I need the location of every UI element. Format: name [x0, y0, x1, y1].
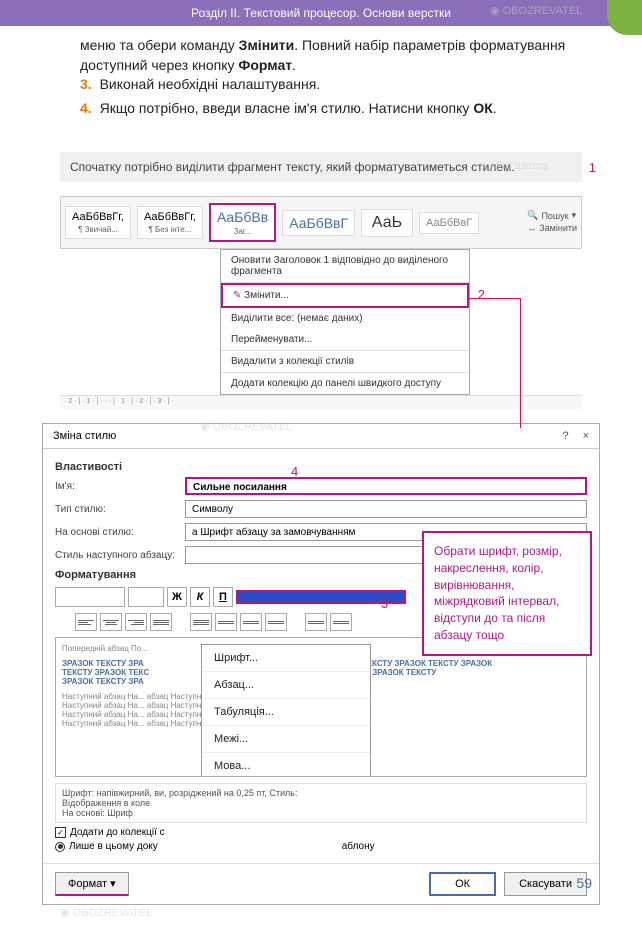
ctx-select-all[interactable]: Виділити все: (немає даних): [221, 308, 469, 329]
size-select[interactable]: [128, 587, 164, 607]
indent-decrease[interactable]: [305, 613, 327, 631]
instruction-hint: Спочатку потрібно виділити фрагмент текс…: [60, 152, 582, 182]
marker-3: 3: [381, 596, 388, 611]
editing-tools: 🔍 Пошук ▾ ↔ Замінити: [527, 210, 577, 235]
chapter-title: Розділ II. Текстовий процесор. Основи ве…: [191, 6, 451, 20]
style-description: Шрифт: напівжирний, ви, розріджений на 0…: [55, 783, 587, 823]
fmt-font[interactable]: Шрифт...: [202, 645, 370, 672]
watermark: ◉ OBOZREVATEL: [60, 906, 152, 919]
preview-area: Попередній абзац По... ЗРАЗОК ТЕКСТУ ЗРА…: [55, 637, 587, 777]
modify-icon: ✎: [233, 290, 241, 301]
fmt-paragraph[interactable]: Абзац...: [202, 672, 370, 699]
space-before[interactable]: [240, 613, 262, 631]
style-heading1[interactable]: АаБбВв Заг...: [209, 203, 276, 242]
marker-2: 2: [478, 287, 485, 302]
style-normal[interactable]: АаБбВвГг, ¶ Звичай...: [65, 206, 131, 239]
indent-increase[interactable]: [330, 613, 352, 631]
fmt-tabs[interactable]: Табуляція...: [202, 699, 370, 726]
style-5[interactable]: АаЬ: [361, 209, 413, 237]
fmt-borders[interactable]: Межі...: [202, 726, 370, 753]
ctx-update[interactable]: Оновити Заголовок 1 відповідно до виділе…: [221, 250, 469, 283]
font-select[interactable]: [55, 587, 125, 607]
based-label: На основі стилю:: [55, 527, 185, 538]
list-item-3: 3. Виконай необхідні налаштування.: [80, 75, 602, 95]
align-left[interactable]: [75, 613, 97, 631]
style-no-spacing[interactable]: АаБбВвГг, ¶ Без інте...: [137, 206, 203, 239]
replace-button[interactable]: ↔ Замінити: [527, 223, 577, 233]
align-center[interactable]: [100, 613, 122, 631]
space-after[interactable]: [265, 613, 287, 631]
marker-1: 1: [589, 160, 596, 175]
style-4[interactable]: АаБбВвГ: [282, 210, 355, 236]
search-icon: 🔍: [527, 210, 538, 221]
search-button[interactable]: 🔍 Пошук ▾: [527, 210, 577, 221]
name-input[interactable]: Сильне посилання: [185, 477, 587, 495]
chapter-header: Розділ II. Текстовий процесор. Основи ве…: [0, 0, 642, 26]
modify-style-dialog: Зміна стилю ? × Властивості 4 Ім'я: Силь…: [42, 423, 600, 905]
dialog-titlebar: Зміна стилю ? ×: [43, 424, 599, 449]
dialog-close-button[interactable]: ×: [583, 430, 589, 442]
paragraph-continuation: меню та обери команду Змінити. Повний на…: [80, 36, 602, 75]
page-number: 59: [576, 875, 592, 891]
styles-ribbon: АаБбВвГг, ¶ Звичай... АаБбВвГг, ¶ Без ін…: [60, 196, 582, 249]
type-label: Тип стилю:: [55, 504, 185, 515]
ctx-remove[interactable]: Видалити з колекції стилів: [221, 351, 469, 373]
doc-only-radio[interactable]: Лише в цьому доку аблону: [55, 841, 587, 852]
callout-format-options: Обрати шрифт, розмір, накреслення, колір…: [422, 531, 592, 656]
align-right[interactable]: [125, 613, 147, 631]
checkbox-icon: ✓: [55, 827, 66, 838]
dialog-title-text: Зміна стилю: [53, 430, 116, 442]
align-justify[interactable]: [150, 613, 172, 631]
bold-button[interactable]: Ж: [167, 587, 187, 607]
dialog-help-button[interactable]: ?: [562, 430, 568, 442]
italic-button[interactable]: К: [190, 587, 210, 607]
ctx-rename[interactable]: Перейменувати...: [221, 329, 469, 351]
ok-button[interactable]: ОК: [429, 872, 496, 896]
properties-section: Властивості: [55, 461, 587, 473]
marker-4: 4: [291, 464, 298, 479]
next-label: Стиль наступного абзацу:: [55, 550, 185, 561]
connector-line: [468, 298, 520, 299]
radio-icon: [55, 842, 65, 852]
ctx-modify[interactable]: ✎ Змінити... 2: [221, 283, 469, 308]
type-select[interactable]: Символу: [185, 500, 587, 518]
list-item-4: 4. Якщо потрібно, введи власне ім'я стил…: [80, 99, 602, 119]
fmt-language[interactable]: Мова...: [202, 753, 370, 777]
dialog-body: Властивості 4 Ім'я: Сильне посилання Тип…: [43, 449, 599, 863]
dropdown-icon: ▾: [107, 878, 116, 890]
ctx-add-qat[interactable]: Додати колекцію до панелі швидкого досту…: [221, 373, 469, 394]
style-6[interactable]: АаБбВвГ: [419, 212, 479, 234]
underline-button[interactable]: П: [213, 587, 233, 607]
line-spacing-2[interactable]: [215, 613, 237, 631]
format-dropdown-menu: Шрифт... Абзац... Табуляція... Межі... М…: [201, 644, 371, 777]
name-label: Ім'я:: [55, 481, 185, 492]
ruler: · 2 · | · 1 · | · · · | · 1 · | · 2 · | …: [60, 395, 582, 409]
line-spacing-1[interactable]: [190, 613, 212, 631]
main-content: меню та обери команду Змінити. Повний на…: [0, 26, 642, 132]
replace-icon: ↔: [527, 223, 536, 233]
dialog-footer: Формат ▾ ОК Скасувати: [43, 863, 599, 904]
connector-line: [520, 298, 521, 428]
add-to-gallery[interactable]: ✓ Додати до колекції с: [55, 827, 587, 838]
cancel-button[interactable]: Скасувати: [504, 872, 587, 896]
style-context-menu: Оновити Заголовок 1 відповідно до виділе…: [220, 249, 470, 395]
format-button[interactable]: Формат ▾: [55, 872, 129, 896]
